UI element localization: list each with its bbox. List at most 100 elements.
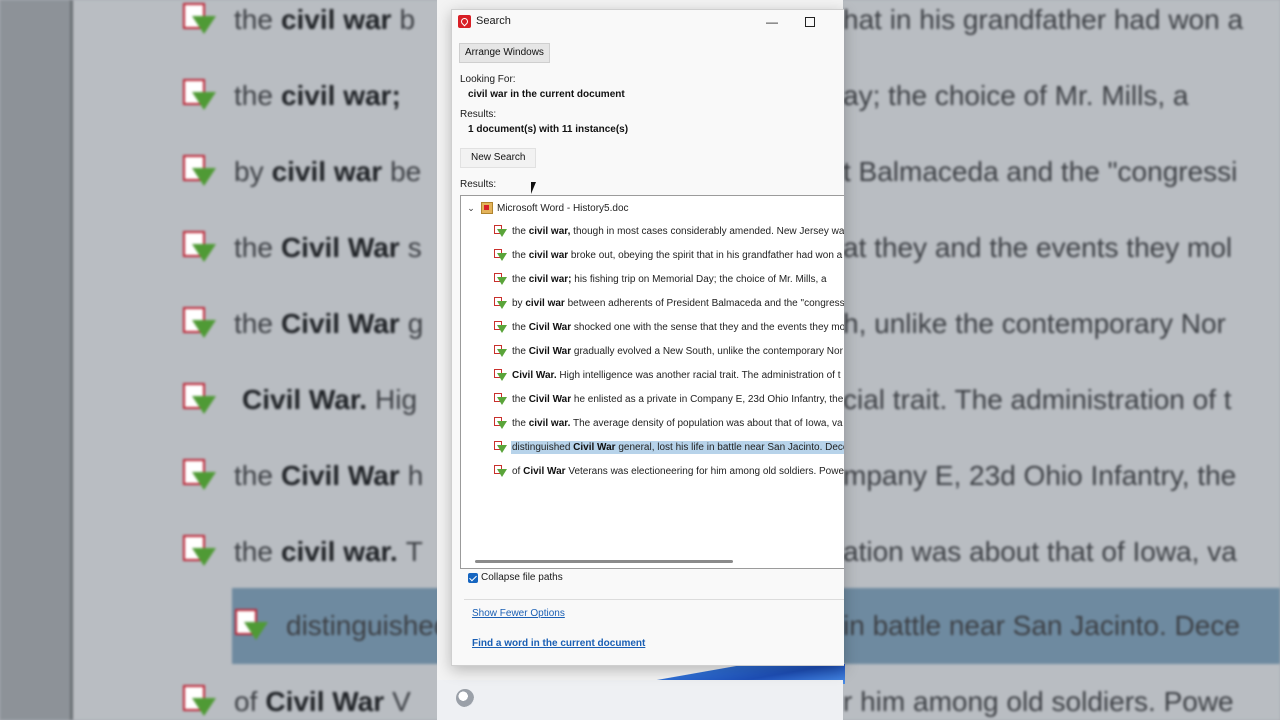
- collapse-file-paths-checkbox[interactable]: Collapse file paths: [468, 572, 563, 583]
- result-text: by civil war between adherents of Presid…: [511, 297, 844, 310]
- show-fewer-options-link[interactable]: Show Fewer Options: [472, 608, 565, 619]
- background-row-post: b: [399, 4, 416, 35]
- background-left-panel: [0, 0, 70, 720]
- acrobat-icon: [458, 14, 471, 28]
- result-post: though in most cases considerably amende…: [570, 225, 844, 237]
- find-word-link[interactable]: Find a word in the current document: [472, 638, 645, 649]
- background-row-match: Civil War: [280, 460, 400, 491]
- background-row-right: h, unlike the contemporary Nor: [843, 308, 1226, 339]
- background-row-match: Civil War: [280, 232, 400, 263]
- window-title: Search: [476, 15, 511, 27]
- result-item[interactable]: of Civil War Veterans was electioneering…: [494, 462, 844, 480]
- background-row-icon: [180, 76, 220, 116]
- pdf-document-icon: [481, 202, 493, 214]
- result-match: civil war,: [528, 225, 571, 237]
- background-row-pre: the: [234, 232, 273, 263]
- result-post: he enlisted as a private in Company E, 2…: [571, 393, 844, 405]
- result-item[interactable]: the civil war broke out, obeying the spi…: [494, 246, 843, 264]
- result-item[interactable]: Civil War. High intelligence was another…: [494, 366, 842, 384]
- taskbar: [437, 680, 843, 720]
- result-match: Civil War: [528, 321, 572, 333]
- search-result-icon: [494, 248, 507, 262]
- results-summary-label: Results:: [460, 109, 497, 120]
- maximize-button[interactable]: [795, 13, 825, 31]
- background-row-match: Civil War.: [242, 384, 368, 415]
- result-pre: the: [512, 345, 529, 357]
- background-row-right: mpany E, 23d Ohio Infantry, the: [843, 460, 1237, 491]
- result-post: gradually evolved a New South, unlike th…: [571, 345, 843, 357]
- result-text: the Civil War he enlisted as a private i…: [511, 393, 844, 406]
- background-row-icon: [180, 304, 220, 344]
- result-text: the civil war, though in most cases cons…: [511, 225, 844, 238]
- background-row-match: Civil War: [280, 308, 400, 339]
- result-match: civil war: [525, 297, 565, 309]
- background-row-pre: the: [234, 308, 273, 339]
- search-result-icon: [494, 440, 507, 454]
- result-text: distinguished Civil War general, lost hi…: [511, 440, 844, 454]
- result-text: the civil war broke out, obeying the spi…: [511, 249, 843, 262]
- search-result-icon: [494, 344, 507, 358]
- background-row-right: in battle near San Jacinto. Dece: [843, 588, 1280, 664]
- looking-for-label: Looking For:: [460, 74, 516, 85]
- background-row-post: T: [405, 536, 423, 567]
- background-row-icon: [180, 228, 220, 268]
- search-result-icon: [494, 272, 507, 286]
- result-item[interactable]: the Civil War shocked one with the sense…: [494, 318, 844, 336]
- divider: [464, 599, 844, 600]
- background-row-match: civil war: [271, 156, 383, 187]
- background-row-icon: [180, 380, 220, 420]
- background-row-match: civil war.: [280, 536, 398, 567]
- result-pre: of: [512, 465, 524, 477]
- search-result-icon: [494, 224, 507, 238]
- result-post: The average density of population was ab…: [570, 417, 843, 429]
- minimize-button[interactable]: —: [757, 13, 787, 31]
- result-item[interactable]: the Civil War gradually evolved a New So…: [494, 342, 844, 360]
- result-post: shocked one with the sense that they and…: [571, 321, 844, 333]
- result-text: Civil War. High intelligence was another…: [511, 369, 842, 382]
- result-item[interactable]: the civil war; his fishing trip on Memor…: [494, 270, 828, 288]
- collapse-file-paths-label: Collapse file paths: [481, 572, 563, 583]
- result-match: Civil War.: [512, 369, 557, 381]
- result-item[interactable]: distinguished Civil War general, lost hi…: [494, 438, 844, 456]
- maximize-icon: [805, 17, 815, 27]
- background-row-pre: of: [234, 686, 258, 717]
- result-item[interactable]: the civil war, though in most cases cons…: [494, 222, 844, 240]
- result-match: civil war: [528, 249, 569, 261]
- loading-spinner-icon: [456, 689, 474, 707]
- checkbox-checked-icon[interactable]: [468, 572, 478, 583]
- background-row-post: h: [407, 460, 424, 491]
- background-row-right: cial trait. The administration of t: [843, 384, 1232, 415]
- chevron-down-icon[interactable]: ⌄: [465, 203, 477, 214]
- results-list-label: Results:: [460, 179, 497, 190]
- mouse-cursor: [531, 182, 541, 194]
- tree-root-document[interactable]: ⌄ Microsoft Word - History5.doc: [465, 200, 629, 216]
- result-match: Civil War: [528, 393, 572, 405]
- result-item[interactable]: by civil war between adherents of Presid…: [494, 294, 844, 312]
- background-row-post: be: [390, 156, 422, 187]
- result-pre: the: [512, 273, 529, 285]
- result-post: between adherents of President Balmaceda…: [564, 297, 844, 309]
- search-result-icon: [494, 464, 507, 478]
- background-row-icon: [180, 0, 220, 40]
- result-post: Veterans was electioneering for him amon…: [565, 465, 844, 477]
- arrange-windows-button[interactable]: Arrange Windows: [459, 43, 550, 63]
- result-item[interactable]: the Civil War he enlisted as a private i…: [494, 390, 844, 408]
- background-row-right: ay; the choice of Mr. Mills, a: [843, 80, 1189, 111]
- background-row-match: civil war;: [280, 80, 401, 111]
- results-tree[interactable]: ⌄ Microsoft Word - History5.doc the civi…: [460, 195, 844, 569]
- result-post: general, lost his life in battle near Sa…: [615, 441, 844, 453]
- search-result-icon: [494, 392, 507, 406]
- result-post: broke out, obeying the spirit that in hi…: [568, 249, 843, 261]
- result-pre: the: [512, 393, 529, 405]
- result-pre: distinguished: [512, 441, 574, 453]
- result-item[interactable]: the civil war. The average density of po…: [494, 414, 844, 432]
- horizontal-scrollbar[interactable]: [475, 560, 733, 563]
- background-row-match: Civil War: [265, 686, 385, 717]
- result-match: Civil War: [528, 345, 572, 357]
- background-row-right: at they and the events they mol: [843, 232, 1233, 263]
- new-search-button[interactable]: New Search: [460, 148, 537, 168]
- background-row-pre: the: [234, 536, 273, 567]
- background-row-pre: the: [234, 4, 273, 35]
- tree-root-label: Microsoft Word - History5.doc: [497, 202, 629, 214]
- background-row-icon: [232, 606, 272, 646]
